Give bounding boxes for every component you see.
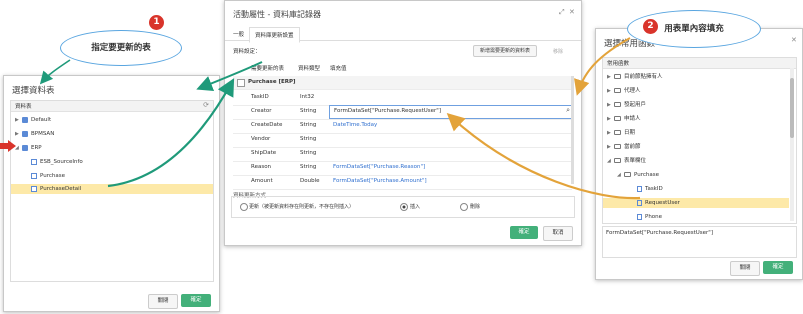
- callout-text: 指定要更新的表: [91, 43, 151, 53]
- callout-specify-table: 指定要更新的表: [60, 30, 182, 66]
- orange-arrow-to-input: [446, 113, 641, 200]
- step-badge-2: 2: [643, 19, 658, 34]
- teal-arrow-from-callout: [39, 59, 71, 85]
- orange-arrow-from-callout: [574, 37, 631, 96]
- teal-arrow-to-grid: [107, 78, 235, 188]
- callout-text: 用表單內容填充: [664, 24, 724, 34]
- step-badge-1: 1: [149, 15, 164, 30]
